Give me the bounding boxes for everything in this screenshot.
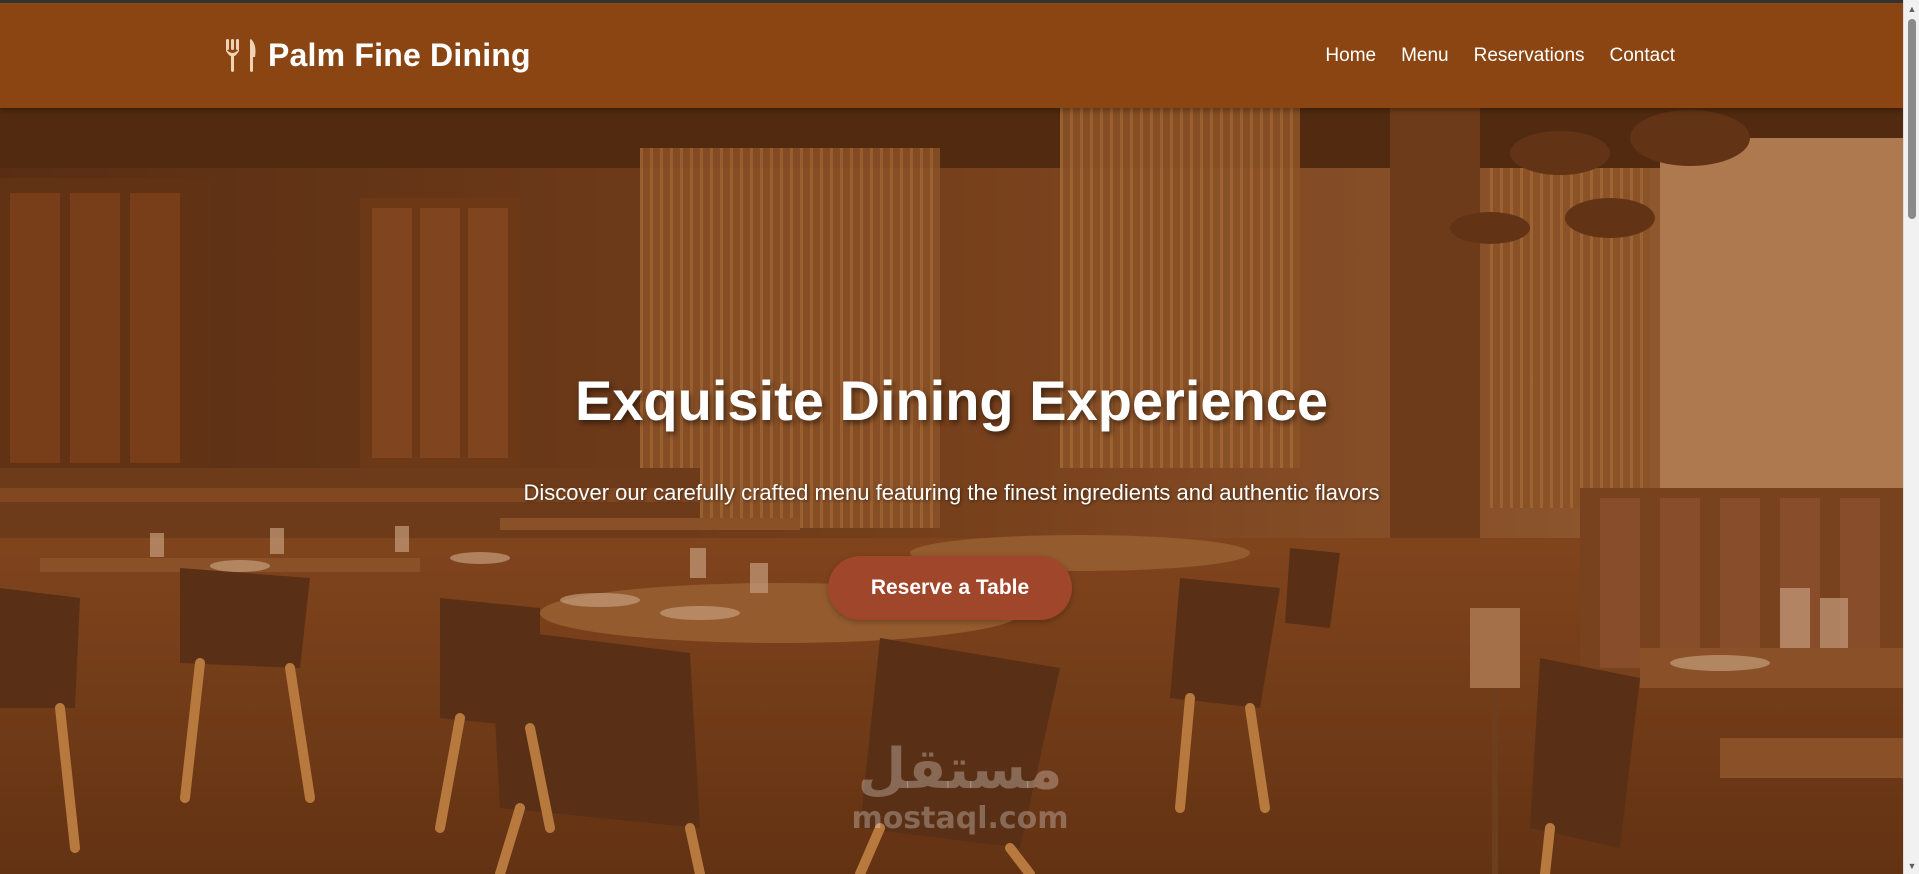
- nav-link-contact[interactable]: Contact: [1610, 45, 1675, 66]
- hero-section: Exquisite Dining Experience Discover our…: [0, 108, 1903, 874]
- nav-links: Home Menu Reservations Contact: [1325, 45, 1675, 67]
- nav-item-home: Home: [1325, 45, 1376, 67]
- navbar: Palm Fine Dining Home Menu Reservations …: [0, 3, 1903, 108]
- nav-item-contact: Contact: [1610, 45, 1675, 67]
- scroll-down-arrow-icon[interactable]: ▼: [1904, 857, 1919, 874]
- hero-subtitle: Discover our carefully crafted menu feat…: [523, 480, 1380, 505]
- brand-name: Palm Fine Dining: [268, 37, 531, 73]
- page: Palm Fine Dining Home Menu Reservations …: [0, 3, 1903, 874]
- vertical-scrollbar[interactable]: ▲ ▼: [1903, 0, 1919, 874]
- reserve-table-button[interactable]: Reserve a Table: [828, 556, 1072, 620]
- nav-item-reservations: Reservations: [1474, 45, 1585, 67]
- utensils-icon: [224, 37, 258, 73]
- nav-item-menu: Menu: [1401, 45, 1449, 67]
- scrollbar-thumb[interactable]: [1908, 19, 1916, 219]
- hero-title: Exquisite Dining Experience: [574, 369, 1329, 432]
- brand-logo-link[interactable]: Palm Fine Dining: [224, 37, 531, 73]
- watermark-arabic-text: مستقل: [857, 737, 1063, 802]
- watermark-latin-text: mostaql.com: [851, 801, 1069, 836]
- nav-link-home[interactable]: Home: [1325, 45, 1376, 66]
- mostaql-watermark: مستقل mostaql.com: [840, 738, 1080, 836]
- nav-link-menu[interactable]: Menu: [1401, 45, 1449, 66]
- nav-link-reservations[interactable]: Reservations: [1474, 45, 1585, 66]
- scroll-up-arrow-icon[interactable]: ▲: [1904, 0, 1919, 17]
